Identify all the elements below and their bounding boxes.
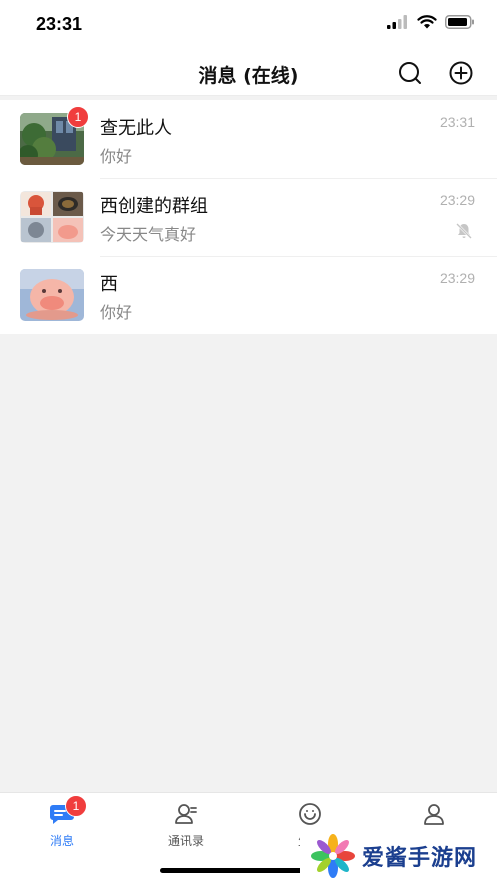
contacts-icon [175, 804, 197, 824]
pinwheel-logo-icon [311, 833, 355, 878]
plus-circle-icon [449, 61, 473, 85]
tab-contacts[interactable]: 通讯录 [124, 801, 248, 851]
unread-badge: 1 [67, 106, 89, 128]
chat-item-xi[interactable]: 西 你好 23:29 [0, 256, 497, 334]
signal-icon [387, 15, 407, 29]
tab-icon-wrap: 1 [49, 795, 87, 827]
tab-label: 通讯录 [167, 834, 204, 848]
add-button[interactable] [447, 59, 475, 87]
nav-bar: 消息 (在线) [0, 50, 497, 96]
status-icons [387, 15, 475, 29]
chat-time: 23:29 [439, 270, 475, 286]
chat-item-chawuciren[interactable]: 1 查无此人 你好 23:31 [0, 100, 497, 178]
profile-icon [424, 804, 444, 825]
smile-icon [299, 803, 321, 825]
battery-icon [445, 15, 474, 29]
wifi-icon [417, 15, 437, 29]
chat-last-message: 你好 [100, 147, 133, 166]
chat-list: 1 查无此人 你好 23:31 西创建的群组 今天天气真好 23:29 西 你好… [0, 100, 497, 334]
status-bar: 23:31 [0, 0, 497, 50]
search-button[interactable] [396, 59, 424, 87]
chat-name: 西 [100, 274, 118, 295]
tab-label: 消息 [49, 834, 74, 848]
mute-bell-icon [456, 223, 472, 239]
watermark-text: 爱酱手游网 [362, 845, 478, 871]
chat-last-message: 今天天气真好 [100, 225, 197, 244]
chat-last-message: 你好 [100, 303, 133, 322]
group-avatar [20, 191, 84, 243]
chat-name: 西创建的群组 [100, 196, 208, 217]
avatar [20, 269, 84, 321]
chat-item-group[interactable]: 西创建的群组 今天天气真好 23:29 [0, 178, 497, 256]
chat-name: 查无此人 [100, 118, 172, 139]
tab-icon-wrap [173, 801, 199, 827]
tab-badge: 1 [65, 795, 87, 817]
search-icon [399, 62, 421, 84]
home-indicator [160, 868, 310, 873]
watermark: 爱酱手游网 [300, 828, 497, 883]
chat-time: 23:31 [439, 114, 475, 130]
tab-messages[interactable]: 1 消息 [0, 795, 124, 851]
group-avatar-image [20, 191, 84, 243]
tab-icon-wrap [297, 801, 323, 827]
chat-time: 23:29 [439, 192, 475, 208]
tab-icon-wrap [421, 801, 447, 827]
avatar-image [20, 269, 84, 321]
status-time: 23:31 [36, 14, 83, 34]
